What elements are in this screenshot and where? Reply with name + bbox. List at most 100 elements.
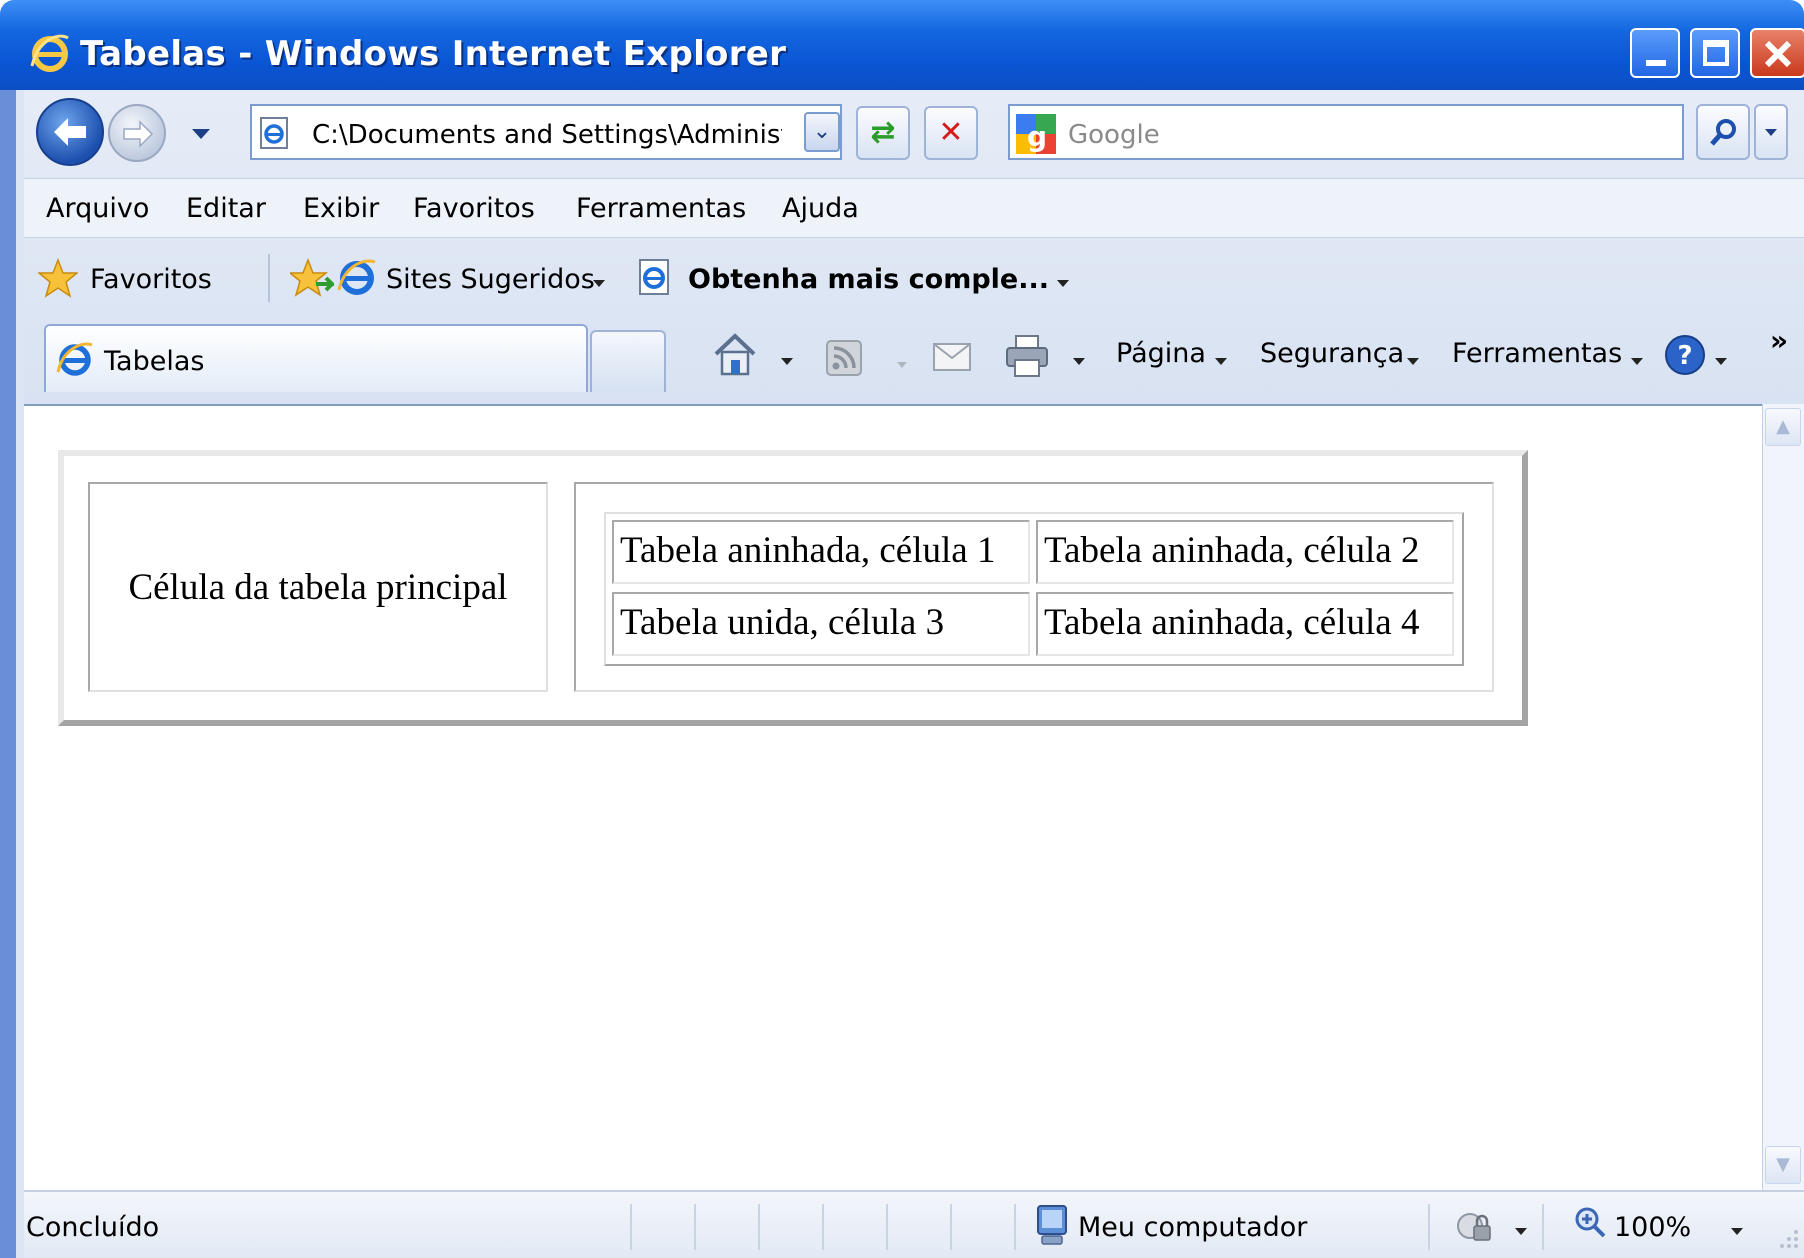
chevron-down-icon — [1073, 358, 1085, 365]
page-menu-dropdown[interactable] — [1214, 352, 1228, 371]
minimize-icon — [1646, 60, 1666, 66]
rss-feed-icon — [826, 340, 862, 376]
search-icon — [1710, 119, 1736, 146]
svg-text:?: ? — [1677, 341, 1692, 371]
search-options-dropdown[interactable] — [1754, 104, 1788, 160]
safety-menu-dropdown[interactable] — [1406, 352, 1420, 371]
menu-editar[interactable]: Editar — [186, 193, 266, 224]
status-text: Concluído — [26, 1212, 160, 1243]
favorites-button[interactable] — [36, 257, 80, 302]
status-separator — [758, 1204, 760, 1250]
more-commands-button[interactable]: » — [1770, 324, 1788, 357]
safety-menu-button[interactable]: Segurança — [1260, 338, 1404, 369]
refresh-button[interactable]: ⇄ — [856, 106, 910, 160]
add-favorite-button[interactable] — [287, 257, 337, 302]
toolbar-separator — [268, 254, 270, 302]
main-cell-text: Célula da tabela principal — [128, 566, 508, 608]
chevron-up-icon: ▲ — [1776, 416, 1790, 437]
mail-icon — [933, 343, 971, 371]
main-table: Célula da tabela principal Tabela aninha… — [58, 450, 1528, 726]
google-logo-icon: g — [1016, 114, 1056, 154]
read-mail-button[interactable] — [932, 340, 972, 378]
chevron-down-icon: ⌄ — [812, 119, 832, 144]
address-bar[interactable]: C:\Documents and Settings\Administr... ⌄ — [250, 104, 842, 160]
back-button[interactable] — [36, 98, 104, 166]
address-dropdown-button[interactable]: ⌄ — [804, 112, 840, 152]
help-dropdown[interactable] — [1714, 352, 1728, 371]
zoom-dropdown[interactable] — [1730, 1222, 1744, 1241]
menu-ajuda[interactable]: Ajuda — [782, 193, 859, 224]
nested-cell-3: Tabela unida, célula 3 — [612, 592, 1030, 656]
ie-icon — [336, 256, 378, 302]
page-menu-button[interactable]: Página — [1116, 338, 1206, 369]
help-icon: ? — [1665, 335, 1705, 375]
stop-icon: ✕ — [938, 115, 964, 150]
security-zone[interactable]: Meu computador — [1078, 1212, 1307, 1243]
chevron-down-icon — [1731, 1228, 1743, 1235]
chevron-down-icon — [781, 358, 793, 365]
tools-menu-dropdown[interactable] — [1630, 352, 1644, 371]
favorites-label[interactable]: Favoritos — [90, 264, 212, 295]
svg-text:g: g — [1027, 120, 1047, 153]
chevron-down-icon — [1407, 358, 1419, 365]
search-button[interactable] — [1696, 104, 1750, 160]
menu-ferramentas[interactable]: Ferramentas — [576, 193, 746, 224]
print-button[interactable] — [1004, 334, 1050, 382]
chevron-down-icon — [1765, 129, 1777, 136]
status-separator — [694, 1204, 696, 1250]
protected-mode-button[interactable] — [1454, 1208, 1494, 1250]
stop-button[interactable]: ✕ — [924, 106, 978, 160]
new-tab-button[interactable] — [590, 330, 666, 392]
tools-menu-button[interactable]: Ferramentas — [1452, 338, 1622, 369]
print-dropdown[interactable] — [1072, 352, 1086, 371]
home-button[interactable] — [712, 332, 758, 382]
minimize-button[interactable] — [1630, 28, 1680, 78]
search-input[interactable]: Google — [1068, 120, 1160, 150]
zoom-button[interactable] — [1574, 1206, 1606, 1242]
tab-tabelas[interactable]: Tabelas — [44, 324, 588, 392]
get-more-dropdown[interactable] — [1056, 274, 1070, 293]
nested-cell-4: Tabela aninhada, célula 4 — [1036, 592, 1454, 656]
computer-zone-icon — [1034, 1204, 1070, 1252]
feeds-dropdown[interactable] — [896, 354, 908, 373]
chevron-down-icon — [1515, 1228, 1527, 1235]
menu-arquivo[interactable]: Arquivo — [46, 193, 149, 224]
chevron-down-icon: ▼ — [1776, 1154, 1790, 1175]
search-box[interactable]: g Google — [1008, 104, 1684, 160]
zoom-level[interactable]: 100% — [1614, 1212, 1691, 1243]
resize-grip[interactable] — [1776, 1226, 1800, 1254]
menu-bar: Arquivo Editar Exibir Favoritos Ferramen… — [24, 178, 1804, 238]
get-more-addons-link[interactable]: Obtenha mais comple... — [688, 264, 1049, 295]
recent-pages-dropdown[interactable] — [190, 126, 212, 145]
scroll-up-button[interactable]: ▲ — [1765, 408, 1801, 446]
window-frame-inner — [16, 90, 24, 1258]
ie-logo-icon — [28, 30, 72, 74]
nested-cell-1: Tabela aninhada, célula 1 — [612, 520, 1030, 584]
menu-favoritos[interactable]: Favoritos — [413, 193, 535, 224]
zoom-icon — [1575, 1207, 1606, 1238]
chevron-down-icon — [1631, 358, 1643, 365]
scroll-down-button[interactable]: ▼ — [1765, 1146, 1801, 1184]
menu-exibir[interactable]: Exibir — [303, 193, 379, 224]
close-window-button[interactable] — [1750, 28, 1804, 78]
address-input[interactable]: C:\Documents and Settings\Administr... — [312, 120, 782, 150]
vertical-scrollbar[interactable]: ▲ ▼ — [1762, 404, 1804, 1190]
arrow-right-icon — [123, 120, 154, 148]
status-separator — [1014, 1204, 1016, 1250]
tab-label: Tabelas — [104, 346, 205, 377]
feeds-button[interactable] — [826, 340, 862, 380]
suggested-sites-link[interactable]: Sites Sugeridos — [386, 264, 595, 295]
suggested-sites-dropdown[interactable] — [592, 274, 606, 293]
status-separator — [822, 1204, 824, 1250]
help-button[interactable]: ? — [1664, 334, 1706, 380]
resize-grip-icon — [1780, 1230, 1798, 1248]
forward-button[interactable] — [108, 104, 166, 162]
star-icon — [36, 257, 80, 298]
window-title: Tabelas - Windows Internet Explorer — [80, 34, 787, 74]
protected-mode-dropdown[interactable] — [1514, 1222, 1528, 1241]
nested-cell-2: Tabela aninhada, célula 2 — [1036, 520, 1454, 584]
status-separator — [950, 1204, 952, 1250]
home-dropdown[interactable] — [780, 352, 794, 371]
home-icon — [714, 333, 756, 376]
maximize-button[interactable] — [1690, 28, 1740, 78]
